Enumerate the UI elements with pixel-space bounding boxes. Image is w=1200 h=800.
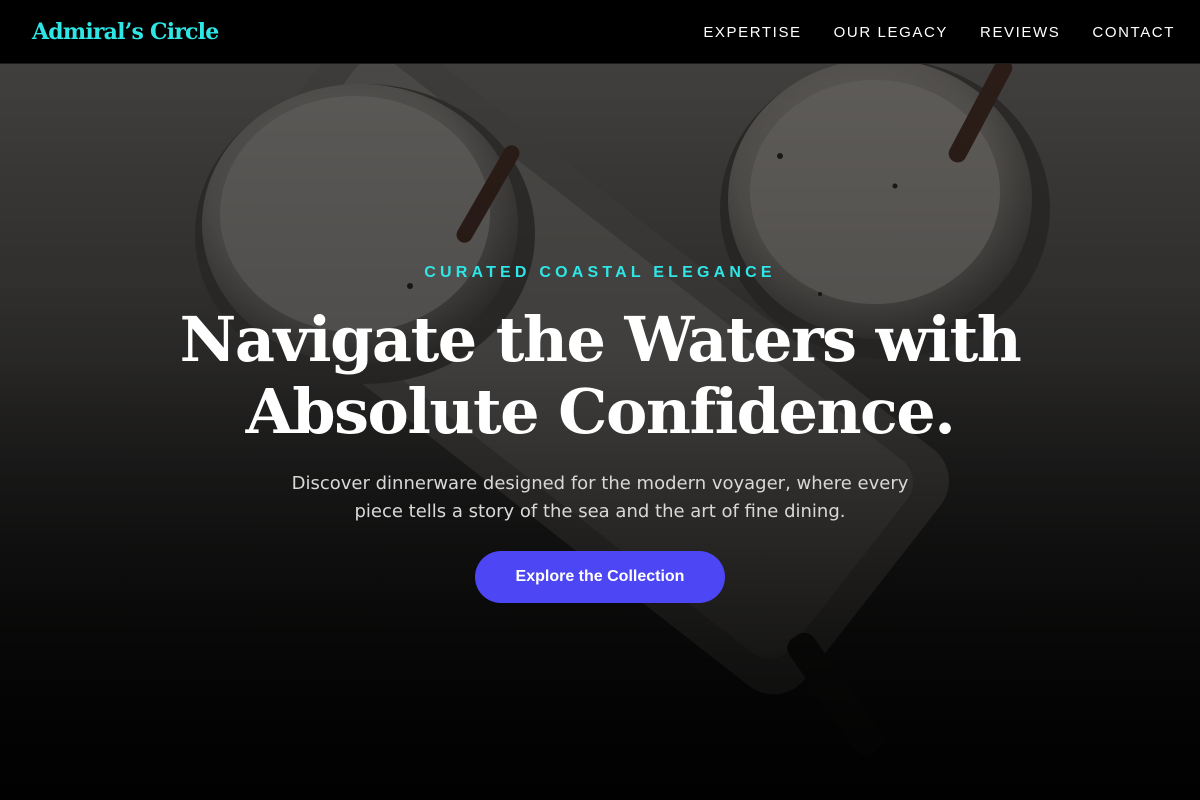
- hero-subtext: Discover dinnerware designed for the mod…: [270, 470, 930, 526]
- hero-headline-line-2: Absolute Confidence.: [245, 375, 956, 448]
- nav-item-our-legacy: OUR LEGACY: [834, 22, 948, 41]
- hero-subtext-line-2: piece tells a story of the sea and the a…: [354, 501, 846, 522]
- site-header: Admiral’s Circle EXPERTISE OUR LEGACY RE…: [0, 0, 1200, 64]
- hero-subtext-line-1: Discover dinnerware designed for the mod…: [291, 473, 909, 494]
- brand-logo[interactable]: Admiral’s Circle: [32, 19, 219, 45]
- nav-link-expertise[interactable]: EXPERTISE: [703, 24, 801, 41]
- hero-headline: Navigate the Waters with Absolute Confid…: [100, 304, 1100, 448]
- nav-link-our-legacy[interactable]: OUR LEGACY: [834, 24, 948, 41]
- nav-item-reviews: REVIEWS: [980, 22, 1060, 41]
- hero-headline-line-1: Navigate the Waters with: [179, 303, 1022, 376]
- main-nav: EXPERTISE OUR LEGACY REVIEWS CONTACT: [703, 22, 1175, 41]
- explore-collection-button[interactable]: Explore the Collection: [475, 551, 725, 603]
- nav-item-expertise: EXPERTISE: [703, 22, 801, 41]
- nav-link-reviews[interactable]: REVIEWS: [980, 24, 1060, 41]
- hero-eyebrow: CURATED COASTAL ELEGANCE: [424, 264, 776, 281]
- hero-section: CURATED COASTAL ELEGANCE Navigate the Wa…: [0, 64, 1200, 800]
- nav-link-contact[interactable]: CONTACT: [1092, 24, 1175, 41]
- nav-item-contact: CONTACT: [1092, 22, 1175, 41]
